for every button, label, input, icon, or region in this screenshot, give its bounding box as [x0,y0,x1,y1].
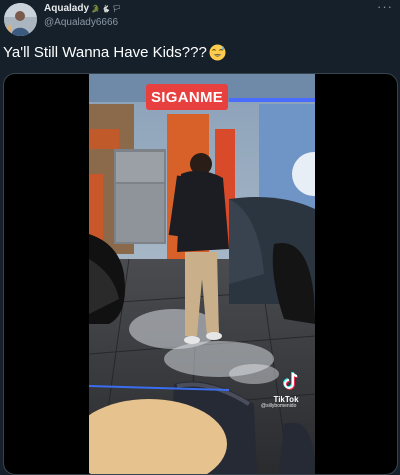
tweet-text-row: Ya'll Still Wanna Have Kids??? [3,44,226,61]
author-handle[interactable]: @Aqualady6666 [44,17,118,28]
name-emojis: 🐊 🐇 🏳 [91,5,122,13]
display-name[interactable]: Aqualady [44,3,89,14]
tweet-text: Ya'll Still Wanna Have Kids??? [3,44,207,61]
video-caption: SIGANME [146,84,229,110]
tweet: Aqualady 🐊 🐇 🏳 @Aqualady6666 ··· Ya'll S… [0,0,400,475]
tiktok-handle: @sillybomenido [261,403,297,409]
more-options-icon[interactable]: ··· [377,0,393,14]
avatar[interactable] [4,3,37,36]
grinning-sweat-emoji-icon [209,44,226,61]
video-scene [89,74,315,474]
video-frame[interactable]: SIGANME TikTok @sillybomenido [89,74,315,474]
video-media[interactable]: SIGANME TikTok @sillybomenido [3,73,398,475]
author-name-row[interactable]: Aqualady 🐊 🐇 🏳 [44,3,121,14]
